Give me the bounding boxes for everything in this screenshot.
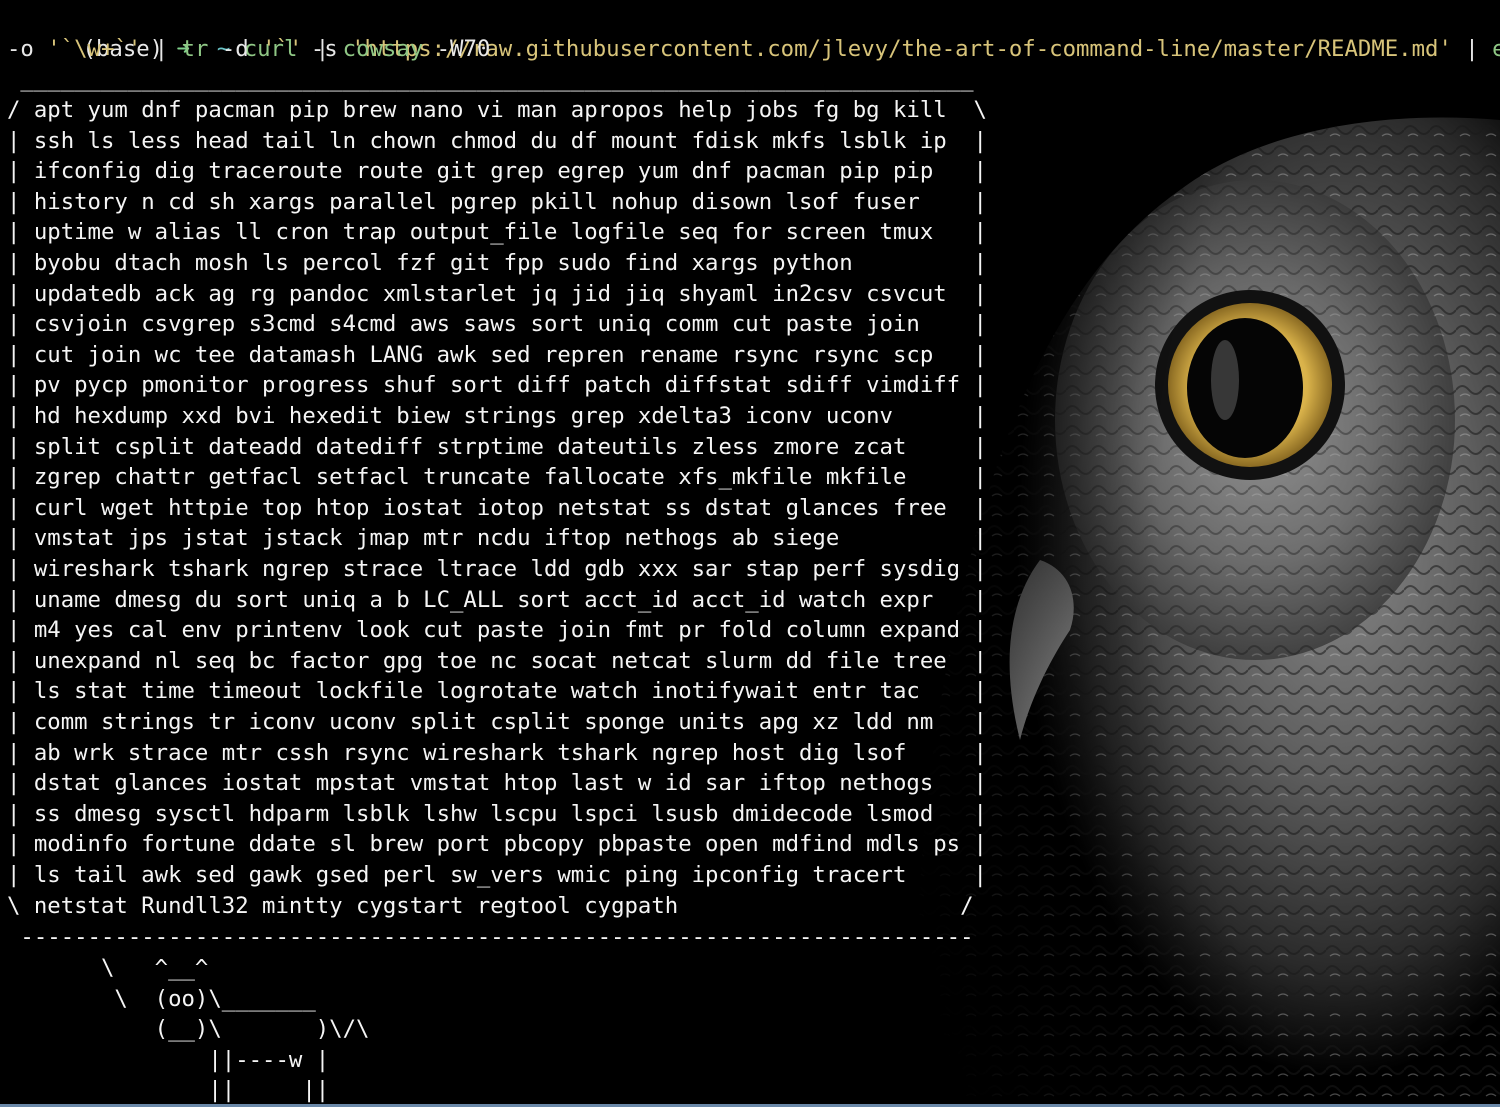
bubble-line: | uptime w alias ll cron trap output_fil… xyxy=(7,219,987,246)
cow-line: (__)\ )\/\ xyxy=(7,1016,370,1043)
bubble-line: | ab wrk strace mtr cssh rsync wireshark… xyxy=(7,739,987,766)
bubble-line: | uname dmesg du sort uniq a b LC_ALL so… xyxy=(7,586,987,613)
terminal-window[interactable]: (base) ➜ ~ curl -s 'https://raw.githubus… xyxy=(0,0,1500,1107)
bubble-line: | cut join wc tee datamash LANG awk sed … xyxy=(7,341,987,368)
pipe-3: | xyxy=(302,36,343,62)
bubble-line: / apt yum dnf pacman pip brew nano vi ma… xyxy=(7,97,987,123)
command-egrep: egrep xyxy=(1492,35,1500,62)
bubble-line: | byobu dtach mosh ls percol fzf git fpp… xyxy=(7,250,987,276)
bubble-line: | pv pycp pmonitor progress shuf sort di… xyxy=(7,372,987,399)
bubble-line: | hd hexdump xxd bvi hexedit biew string… xyxy=(7,403,987,429)
bubble-line: \ netstat Rundll32 mintty cygstart regto… xyxy=(7,892,974,919)
bubble-line: | ssh ls less head tail ln chown chmod d… xyxy=(7,127,987,154)
bubble-line: | wireshark tshark ngrep strace ltrace l… xyxy=(7,556,987,582)
bubble-line: | csvjoin csvgrep s3cmd s4cmd aws saws s… xyxy=(7,311,987,338)
bubble-line: | comm strings tr iconv uconv split cspl… xyxy=(7,709,987,735)
prompt-line-2: -o '`\w+`' | tr -d '`' | cowsay -W70 xyxy=(7,34,490,65)
bubble-line: | dstat glances iostat mpstat vmstat hto… xyxy=(7,770,987,797)
bubble-line: | m4 yes cal env printenv look cut paste… xyxy=(7,617,987,644)
bubble-line: | updatedb ack ag rg pandoc xmlstarlet j… xyxy=(7,280,987,307)
pipe-2: | xyxy=(141,36,182,62)
bubble-top-rule: ________________________________________… xyxy=(7,66,974,92)
command-cowsay: cowsay xyxy=(342,36,424,62)
tr-arg: '`' xyxy=(262,36,303,62)
prompt-line-1: (base) ➜ ~ curl -s 'https://raw.githubus… xyxy=(0,3,1500,62)
bubble-line: | ss dmesg sysctl hdparm lsblk lshw lscp… xyxy=(7,800,987,827)
bubble-line: | zgrep chattr getfacl setfacl truncate … xyxy=(7,464,987,491)
tr-flag: -d xyxy=(208,36,263,62)
cow-line: \ ^__^ xyxy=(7,955,209,981)
bubble-line: | vmstat jps jstat jstack jmap mtr ncdu … xyxy=(7,525,987,552)
cow-line: ||----w | xyxy=(7,1046,330,1073)
command-tr: tr xyxy=(181,36,209,62)
pipe-1: | xyxy=(1451,35,1493,62)
curl-url: 'https://raw.githubusercontent.com/jlevy… xyxy=(351,35,1452,62)
cowsay-flag: -W70 xyxy=(423,36,491,62)
bubble-line: | split csplit dateadd datediff strptime… xyxy=(7,433,987,460)
egrep-flag: -o xyxy=(7,36,48,62)
bubble-line: | unexpand nl seq bc factor gpg toe nc s… xyxy=(7,647,987,674)
bubble-bottom-rule: ----------------------------------------… xyxy=(7,924,974,950)
cow-line: \ (oo)\_______ xyxy=(7,985,316,1012)
bubble-line: | ls stat time timeout lockfile logrotat… xyxy=(7,678,987,705)
egrep-pattern: '`\w+`' xyxy=(47,36,142,62)
bubble-line: | history n cd sh xargs parallel pgrep p… xyxy=(7,188,987,215)
bubble-line: | ls tail awk sed gawk gsed perl sw_vers… xyxy=(7,862,987,888)
bubble-line: | ifconfig dig traceroute route git grep… xyxy=(7,158,987,185)
bubble-line: | modinfo fortune ddate sl brew port pbc… xyxy=(7,831,987,858)
cow-line: || || xyxy=(7,1077,330,1104)
bubble-line: | curl wget httpie top htop iostat iotop… xyxy=(7,494,987,521)
terminal-output[interactable]: (base) ➜ ~ curl -s 'https://raw.githubus… xyxy=(0,0,1500,1107)
